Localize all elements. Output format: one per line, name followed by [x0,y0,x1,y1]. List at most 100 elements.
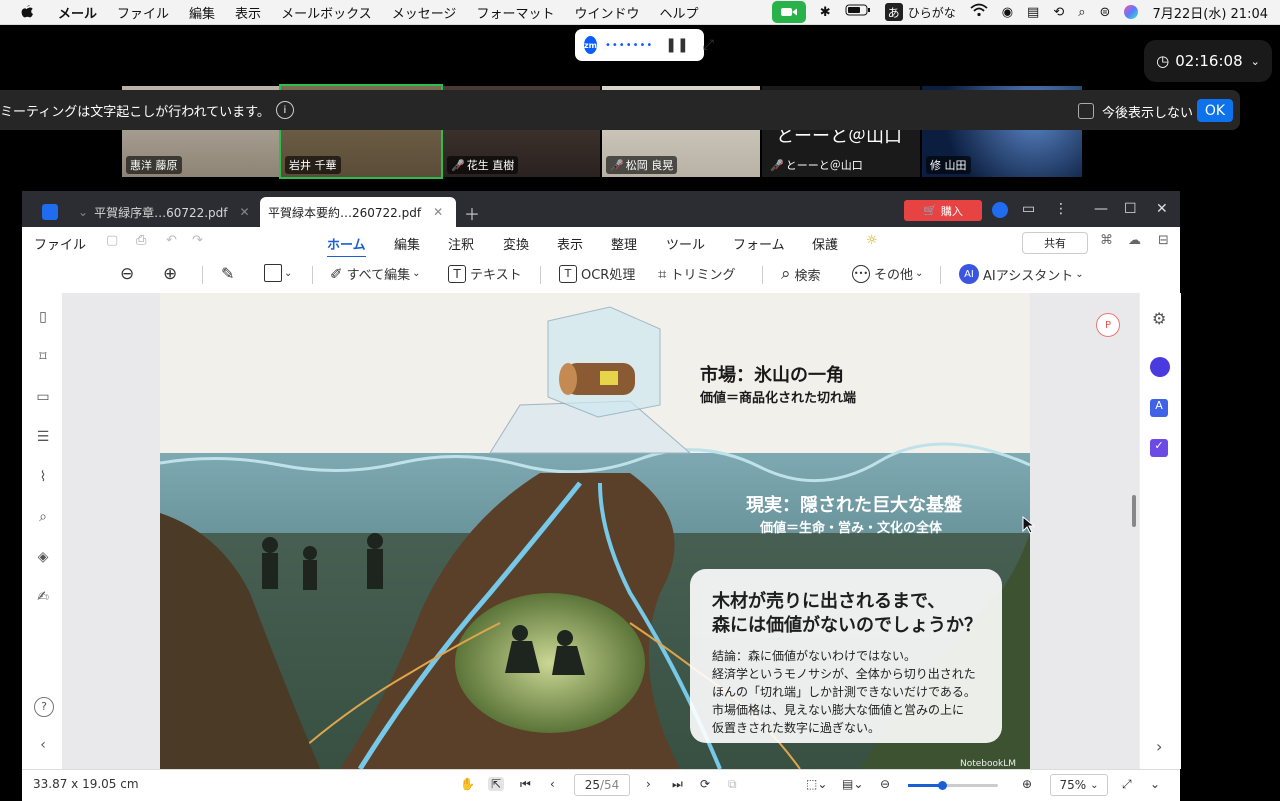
zoom-slider[interactable] [908,781,998,790]
upload-cloud-icon[interactable]: ☁ [1128,233,1141,248]
search-icon[interactable]: ⌕ [34,509,52,527]
tab-tools[interactable]: ツール [666,234,705,253]
select-mode-icon[interactable]: ⬚⌄ [806,777,827,791]
collapse-ribbon-icon[interactable]: ⊟ [1158,233,1169,248]
new-doc-icon[interactable]: ▢ [106,233,118,248]
last-page-icon[interactable]: ⏭ [672,777,683,792]
pdf-to-ppt-icon[interactable]: P [1096,313,1120,337]
properties-icon[interactable]: ⚙ [1152,309,1166,328]
shape-dropdown[interactable]: ⌄ [264,264,292,282]
menu-edit[interactable]: 編集 [189,3,215,22]
help-icon[interactable]: ? [34,697,54,717]
siri-icon[interactable] [1124,5,1139,19]
menu-help[interactable]: ヘルプ [659,3,698,22]
rotate-icon[interactable]: ⟳ [700,777,710,791]
tab-forms[interactable]: フォーム [733,234,785,253]
control-center-icon[interactable]: ⊜ [1100,5,1111,20]
pause-icon[interactable]: ❚❚ [665,37,688,53]
dont-show-checkbox[interactable] [1078,103,1094,119]
info-icon[interactable]: i [275,101,294,119]
meeting-timer[interactable]: ◷ 02:16:08 ⌄ [1144,40,1272,82]
zoom-in-icon[interactable]: ⊕ [163,264,177,284]
more-menu-icon[interactable]: ⋮ [1054,201,1068,217]
close-window-icon[interactable]: ✕ [1156,201,1168,217]
maximize-icon[interactable]: ☐ [1124,201,1137,217]
menu-view[interactable]: 表示 [235,3,261,22]
menu-message[interactable]: メッセージ [392,3,457,22]
ocr-button[interactable]: T OCR処理 [559,264,635,283]
ai-bot-icon[interactable] [1150,357,1170,377]
ime-badge[interactable]: あ [884,3,903,21]
buy-button[interactable]: 🛒 購入 [904,200,982,221]
view-mode-icon[interactable]: ▤⌄ [842,777,863,791]
fields-icon[interactable]: ☰ [34,429,52,447]
tab-organize[interactable]: 整理 [611,234,637,253]
ok-button[interactable]: OK [1197,99,1233,122]
wifi-icon[interactable] [970,3,988,21]
feedback-icon[interactable]: ▭ [1022,201,1035,217]
thumbnails-icon[interactable]: ▯ [34,309,52,327]
search-button[interactable]: ⌕ 検索 [781,264,821,284]
close-tab-icon[interactable]: ✕ [240,205,250,219]
edit-all-button[interactable]: ✐ すべて編集 ⌄ [330,264,421,284]
share-button[interactable]: 共有 [1022,232,1088,254]
chevron-down-icon[interactable]: ⌄ [1251,55,1260,68]
task-check-icon[interactable]: ✓ [1150,439,1168,457]
tab-view[interactable]: 表示 [557,234,583,253]
expand-icon[interactable]: ⤢ [703,37,714,53]
minimize-icon[interactable]: — [1094,201,1108,217]
tab-protect[interactable]: 保護 [812,234,838,253]
first-page-icon[interactable]: ⏮ [520,777,531,792]
redo-icon[interactable]: ↷ [192,233,203,248]
tab-document-1[interactable]: ⌄ 平賀緑序章…60722.pdf ✕ [78,197,256,227]
signature-icon[interactable]: ✍ [34,589,52,607]
keyboard-icon[interactable]: ▤ [1027,5,1039,20]
tab-annotate[interactable]: 注釈 [448,234,474,253]
comment-icon[interactable]: ▭ [34,389,52,407]
battery-icon[interactable] [845,4,871,20]
tab-edit[interactable]: 編集 [394,234,420,253]
menu-mailbox[interactable]: メールボックス [281,3,372,22]
time-machine-icon[interactable]: ⟲ [1053,5,1064,20]
menu-format[interactable]: フォーマット [476,3,554,22]
bookmark-icon[interactable]: ⌑ [34,349,52,367]
workflow-icon[interactable]: ⌘ [1100,233,1113,248]
attachment-icon[interactable]: ⌇ [34,469,52,487]
next-page-icon[interactable]: › [646,777,651,791]
menu-file[interactable]: ファイル [117,3,169,22]
ime-label[interactable]: ひらがな [908,4,956,21]
menubar-clock[interactable]: 7月22日(水) 21:04 [1152,3,1268,22]
menu-window[interactable]: ウインドウ [574,3,639,22]
chevron-right-icon[interactable]: › [1156,737,1162,756]
tab-home[interactable]: ホーム [327,234,366,258]
search-icon[interactable]: ⌕ [1078,5,1085,20]
layers-icon[interactable]: ◈ [34,549,52,567]
tab-document-2[interactable]: 平賀緑本要約…260722.pdf ✕ [260,197,456,227]
ai-assistant-button[interactable]: AI AIアシスタント ⌄ [959,264,1084,284]
select-tool-icon[interactable]: ⇱ [488,777,505,791]
user-icon[interactable]: ◉ [1002,5,1013,20]
hand-tool-icon[interactable]: ✋ [460,777,475,791]
dont-show-label[interactable]: 今後表示しない [1102,102,1193,121]
zoom-share-control[interactable]: zm ••••••• ❚❚ ⤢ [575,29,714,61]
translate-icon[interactable]: A [1150,399,1168,417]
page-input[interactable]: 25/54 [574,774,630,796]
zoom-slider-thumb[interactable] [938,781,947,790]
crop-button[interactable]: ⌗ トリミング [658,264,735,284]
tab-convert[interactable]: 変換 [503,234,529,253]
lightbulb-icon[interactable]: ☼ [866,233,878,248]
zoom-level-select[interactable]: 75% ⌄ [1050,774,1108,796]
account-icon[interactable] [992,202,1008,218]
file-menu[interactable]: ファイル [34,234,86,253]
bluetooth-icon[interactable]: ✱ [820,5,831,20]
zoom-camera-icon[interactable] [771,1,806,23]
scrollbar-thumb[interactable] [1132,495,1136,527]
close-tab-icon[interactable]: ✕ [433,205,443,219]
document-canvas[interactable]: 市場：氷山の一角 価値＝商品化された切れ端 現実：隠された巨大な基盤 価値＝生命… [62,293,1139,769]
zoom-out-icon[interactable]: ⊖ [120,264,134,284]
more-tools-button[interactable]: ••• その他 ⌄ [852,264,923,283]
highlighter-icon[interactable]: ✎ [221,264,234,283]
fit-page-icon[interactable]: ⧉ [728,777,737,792]
print-icon[interactable]: ⎙ [136,233,146,248]
prev-page-icon[interactable]: ‹ [550,777,555,791]
